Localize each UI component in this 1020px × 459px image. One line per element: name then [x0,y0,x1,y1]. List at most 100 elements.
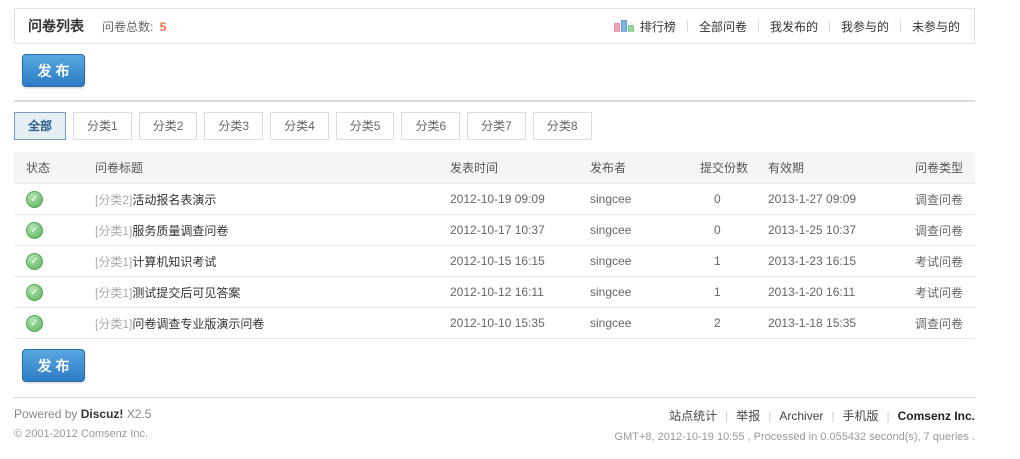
column-header: 有效期 [754,152,896,184]
discuz-brand-link[interactable]: Discuz! [81,407,124,421]
submission-count: 0 [688,214,754,246]
vertical-divider: | [831,409,835,423]
survey-title-link[interactable]: [分类1]问卷调查专业版演示问卷 [95,317,264,331]
status-cell: ✓ [14,276,81,308]
validity-date: 2013-1-25 10:37 [754,214,896,246]
status-valid-icon: ✓ [26,190,43,208]
validity-date: 2013-1-18 15:35 [754,307,896,339]
validity-date: 2013-1-27 09:09 [754,183,896,215]
survey-category-label[interactable]: [分类1] [95,286,132,300]
tab-category-7[interactable]: 分类7 [467,112,526,140]
footer-right: 站点统计 | 举报 | Archiver | 手机版 | Comsenz Inc. GMT+8,… [615,407,975,443]
status-cell: ✓ [14,214,81,246]
survey-title-text[interactable]: 活动报名表演示 [132,193,216,207]
tab-category-8[interactable]: 分类8 [532,112,592,140]
survey-title-link[interactable]: [分类1]计算机知识考试 [95,255,216,269]
footer-left: Powered by Discuz! X2.5 © 2001-2012 Coms… [14,407,151,443]
tab-category-1[interactable]: 分类1 [73,112,132,140]
nav-all-surveys[interactable]: 全部问卷 [699,18,747,35]
table-row: ✓ [分类1]服务质量调查问卷 2012-10-17 10:37 singcee 0 20… [14,214,975,246]
nav-not-participated[interactable]: 未参与的 [912,18,960,35]
powered-by: Powered by Discuz! X2.5 [14,407,151,421]
footer: Powered by Discuz! X2.5 © 2001-2012 Coms… [14,407,975,443]
vertical-divider [757,20,759,32]
tab-category-2[interactable]: 分类2 [138,112,198,140]
publish-button-top[interactable]: 发布 [22,54,85,87]
tab-category-6[interactable]: 分类6 [401,112,461,140]
survey-title-link[interactable]: [分类2]活动报名表演示 [95,193,216,207]
publish-time: 2012-10-10 15:35 [436,307,576,339]
status-valid-icon: ✓ [26,221,43,239]
submission-count: 1 [688,245,754,277]
survey-table: 状态 问卷标题 发表时间 发布者 提交份数 有效期 问卷类型 ✓ [分类2]活动报名表演示 20… [14,152,975,339]
page-title: 问卷列表 [28,18,84,34]
publisher-name[interactable]: singcee [576,183,688,215]
survey-title-text[interactable]: 问卷调查专业版演示问卷 [132,317,264,331]
title-cell: [分类1]服务质量调查问卷 [81,214,436,246]
survey-type: 调查问卷 [896,183,975,215]
status-cell: ✓ [14,307,81,339]
vertical-divider: | [725,409,729,423]
column-header: 问卷类型 [896,152,975,184]
survey-title-text[interactable]: 测试提交后可见答案 [132,286,240,300]
footer-archiver[interactable]: Archiver [779,409,823,423]
survey-category-label[interactable]: [分类2] [95,193,132,207]
table-body: ✓ [分类2]活动报名表演示 2012-10-19 09:09 singcee 0 201… [14,183,975,339]
total-count: 问卷总数: 5 [102,18,166,35]
vertical-divider [686,20,688,32]
column-header: 提交份数 [688,152,754,184]
tab-category-4[interactable]: 分类4 [270,112,329,140]
publisher-name[interactable]: singcee [576,245,688,277]
powered-by-prefix: Powered by [14,407,78,421]
survey-title-text[interactable]: 服务质量调查问卷 [132,224,228,238]
top-nav: 排行榜 全部问卷 我发布的 我参与的 未参与的 [613,18,960,35]
tab-category-3[interactable]: 分类3 [204,112,264,140]
survey-type: 调查问卷 [896,307,975,339]
footer-links: 站点统计 | 举报 | Archiver | 手机版 | Comsenz Inc. [615,407,975,424]
footer-site-stats[interactable]: 站点统计 [669,409,717,423]
vertical-divider [828,20,830,32]
table-row: ✓ [分类1]计算机知识考试 2012-10-15 16:15 singcee 1 201… [14,245,975,277]
section-divider [14,100,975,102]
publisher-name[interactable]: singcee [576,276,688,308]
footer-report[interactable]: 举报 [736,409,760,423]
publisher-name[interactable]: singcee [576,307,688,339]
table-header-row: 状态 问卷标题 发表时间 发布者 提交份数 有效期 问卷类型 [14,152,975,184]
status-valid-icon: ✓ [26,283,43,301]
publish-button-bottom[interactable]: 发布 [22,349,85,382]
validity-date: 2013-1-20 16:11 [754,276,896,308]
tab-all[interactable]: 全部 [14,112,67,140]
title-cell: [分类1]测试提交后可见答案 [81,276,436,308]
publish-time: 2012-10-15 16:15 [436,245,576,277]
column-header: 问卷标题 [81,152,436,184]
table-row: ✓ [分类2]活动报名表演示 2012-10-19 09:09 singcee 0 201… [14,183,975,215]
vertical-divider: | [768,409,772,423]
footer-mobile-version[interactable]: 手机版 [843,409,879,423]
survey-title-link[interactable]: [分类1]服务质量调查问卷 [95,224,228,238]
vertical-divider: | [886,409,890,423]
tab-category-5[interactable]: 分类5 [335,112,395,140]
validity-date: 2013-1-23 16:15 [754,245,896,277]
column-header: 状态 [14,152,81,184]
survey-type: 考试问卷 [896,245,975,277]
nav-ranking[interactable]: 排行榜 [640,18,676,35]
survey-category-label[interactable]: [分类1] [95,317,132,331]
survey-type: 考试问卷 [896,276,975,308]
title-cell: [分类1]计算机知识考试 [81,245,436,277]
status-valid-icon: ✓ [26,252,43,270]
status-valid-icon: ✓ [26,314,43,332]
submission-count: 2 [688,307,754,339]
survey-category-label[interactable]: [分类1] [95,224,132,238]
survey-title-link[interactable]: [分类1]测试提交后可见答案 [95,286,240,300]
survey-title-text[interactable]: 计算机知识考试 [132,255,216,269]
nav-my-published[interactable]: 我发布的 [770,18,818,35]
nav-my-participated[interactable]: 我参与的 [841,18,889,35]
submission-count: 0 [688,183,754,215]
ranking-chart-icon [613,20,635,32]
category-tabs: 全部 分类1 分类2 分类3 分类4 分类5 分类6 分类7 分类8 [14,112,975,140]
publisher-name[interactable]: singcee [576,214,688,246]
survey-type: 调查问卷 [896,214,975,246]
survey-category-label[interactable]: [分类1] [95,255,132,269]
footer-comsenz[interactable]: Comsenz Inc. [898,409,975,423]
copyright: © 2001-2012 Comsenz Inc. [14,428,149,440]
